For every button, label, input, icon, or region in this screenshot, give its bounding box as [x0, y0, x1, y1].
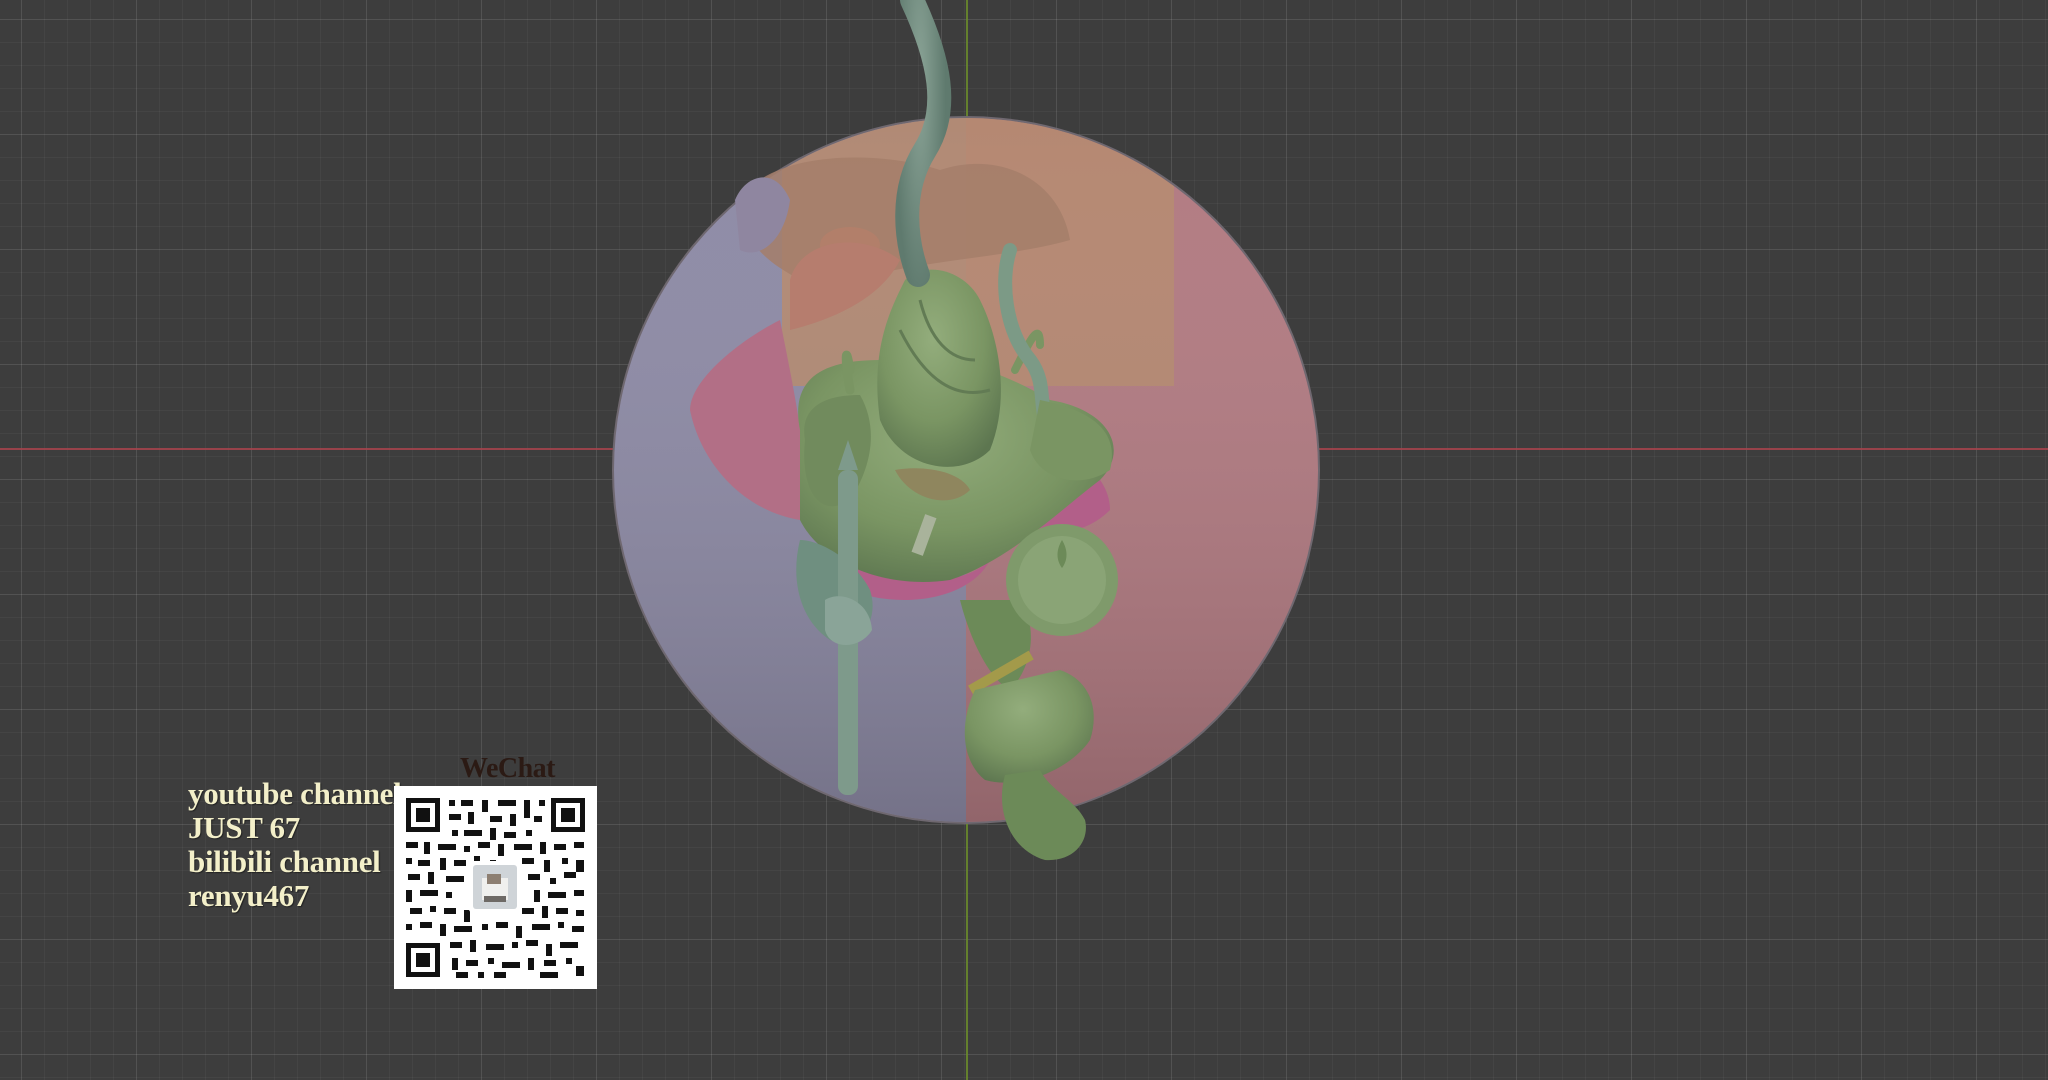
3d-viewport[interactable]: youtube channel JUST 67 bilibili channel…	[0, 0, 2048, 1080]
channel-info: youtube channel JUST 67 bilibili channel…	[188, 776, 402, 913]
model-scene[interactable]	[0, 0, 2048, 1080]
wechat-label: WeChat	[460, 753, 556, 784]
youtube-channel-label: youtube channel	[188, 776, 402, 811]
wechat-qr-code	[394, 786, 597, 989]
qr-code-icon	[394, 786, 597, 989]
bilibili-channel-label: bilibili channel	[188, 844, 381, 879]
youtube-channel-name: JUST 67	[188, 810, 300, 845]
bilibili-channel-name: renyu467	[188, 878, 310, 913]
